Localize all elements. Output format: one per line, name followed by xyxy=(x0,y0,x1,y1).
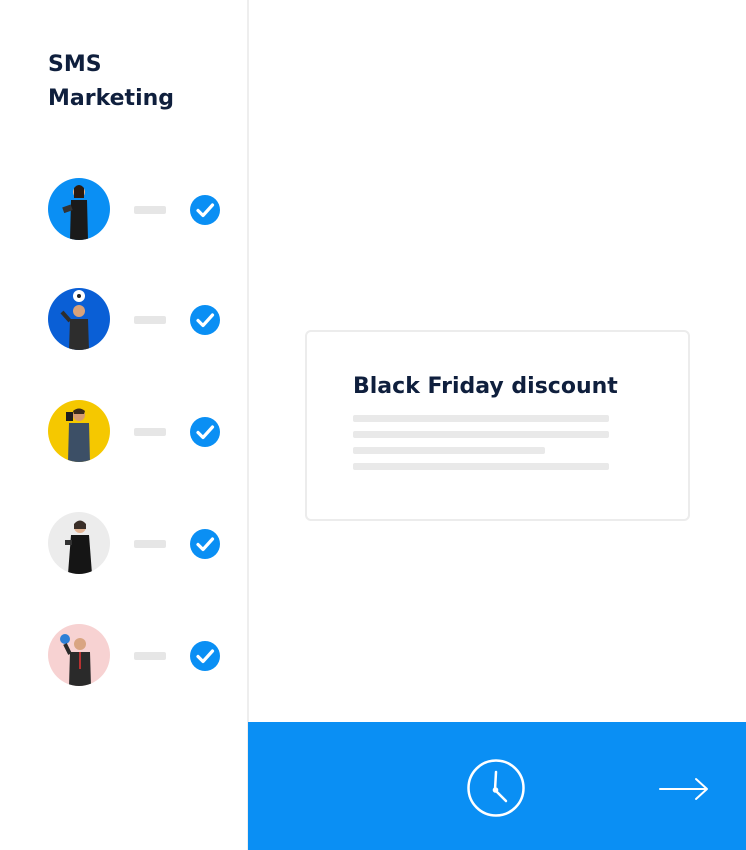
card-text-line xyxy=(353,415,609,422)
contact-row[interactable] xyxy=(48,624,223,688)
card-text-line xyxy=(353,463,609,470)
avatar xyxy=(48,178,110,240)
message-placeholder xyxy=(134,652,166,660)
clock-icon[interactable] xyxy=(466,758,526,818)
contact-row[interactable] xyxy=(48,178,223,242)
message-placeholder xyxy=(134,428,166,436)
message-placeholder xyxy=(134,540,166,548)
schedule-bar xyxy=(248,722,746,850)
check-icon xyxy=(190,529,220,559)
check-icon xyxy=(190,417,220,447)
check-icon xyxy=(190,641,220,671)
contact-row[interactable] xyxy=(48,400,223,464)
arrow-right-icon[interactable] xyxy=(658,776,710,802)
sidebar: SMS Marketing xyxy=(0,0,249,850)
avatar xyxy=(48,400,110,462)
card-title: Black Friday discount xyxy=(353,374,618,399)
message-card[interactable]: Black Friday discount xyxy=(305,330,690,521)
message-placeholder xyxy=(134,206,166,214)
avatar xyxy=(48,512,110,574)
sidebar-title: SMS Marketing xyxy=(48,52,175,111)
card-text-line xyxy=(353,431,609,438)
check-icon xyxy=(190,195,220,225)
message-placeholder xyxy=(134,316,166,324)
avatar xyxy=(48,624,110,686)
avatar xyxy=(48,288,110,350)
card-text-line xyxy=(353,447,545,454)
check-icon xyxy=(190,305,220,335)
contact-row[interactable] xyxy=(48,512,223,576)
contact-row[interactable] xyxy=(48,288,223,352)
